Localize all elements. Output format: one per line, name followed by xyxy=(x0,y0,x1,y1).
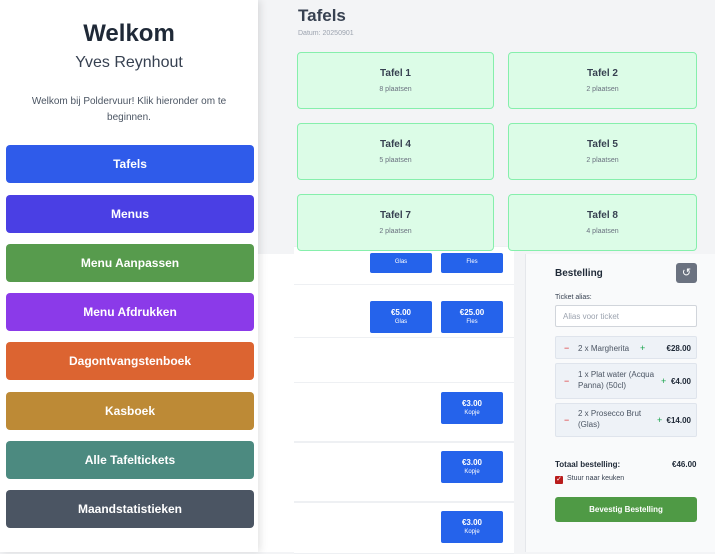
decrement-button[interactable]: − xyxy=(564,343,569,353)
order-item: − 2 x Margherita + €28.00 xyxy=(555,336,697,359)
menu-item-row: €5.00 Glas €25.00 Fles xyxy=(294,284,514,338)
increment-button[interactable]: + xyxy=(661,376,666,386)
price-button-kopje[interactable]: €3.00 Kopje xyxy=(441,511,503,543)
order-panel: Bestelling ↺ Ticket alias: Alias voor ti… xyxy=(525,254,715,552)
undo-icon: ↺ xyxy=(681,267,692,279)
welcome-heading: Welkom xyxy=(83,20,175,47)
undo-button[interactable]: ↺ xyxy=(676,263,697,283)
menu-item-row: €3.00 Kopje xyxy=(294,502,514,554)
menu-item-row: €3.00 Kopje xyxy=(294,442,514,502)
user-name: Yves Reynhout xyxy=(75,54,183,71)
price-button-kopje[interactable]: €3.00 Kopje xyxy=(441,451,503,483)
table-card-7[interactable]: Tafel 7 2 plaatsen xyxy=(297,194,494,251)
price-button-glas[interactable]: Glas xyxy=(370,253,432,273)
total-value: €46.00 xyxy=(672,460,697,469)
price-button-fles[interactable]: €25.00 Fles xyxy=(441,301,503,333)
alias-input[interactable]: Alias voor ticket xyxy=(555,305,697,327)
table-card-2[interactable]: Tafel 2 2 plaatsen xyxy=(508,52,697,109)
nav-menus-button[interactable]: Menus xyxy=(6,195,254,233)
order-item: − 2 x Prosecco Brut (Glas) + €14.00 xyxy=(555,403,697,437)
decrement-button[interactable]: − xyxy=(564,376,569,386)
nav-menu-aanpassen-button[interactable]: Menu Aanpassen xyxy=(6,244,254,282)
decrement-button[interactable]: − xyxy=(564,415,569,425)
table-card-8[interactable]: Tafel 8 4 plaatsen xyxy=(508,194,697,251)
increment-button[interactable]: + xyxy=(657,415,662,425)
menu-list: Glas Fles €5.00 Glas €25.00 Fles €3.00 K… xyxy=(258,246,514,554)
intro-text: Welkom bij Poldervuur! Klik hieronder om… xyxy=(31,96,227,123)
increment-button[interactable]: + xyxy=(640,343,645,353)
order-title: Bestelling xyxy=(555,268,603,279)
total-label: Totaal bestelling: xyxy=(555,460,621,469)
page-title: Tafels xyxy=(298,6,346,25)
alias-label: Ticket alias: xyxy=(555,294,592,301)
menu-item-row: €3.00 Kopje xyxy=(294,382,514,442)
order-item: − 1 x Plat water (Acqua Panna) (50cl) + … xyxy=(555,363,697,399)
table-card-4[interactable]: Tafel 4 5 plaatsen xyxy=(297,123,494,180)
nav-kasboek-button[interactable]: Kasboek xyxy=(6,392,254,430)
nav-dagontvangstenboek-button[interactable]: Dagontvangstenboek xyxy=(6,342,254,380)
send-to-kitchen[interactable]: ✓ Stuur naar keuken xyxy=(555,475,624,484)
page-date: Datum: 20250901 xyxy=(298,30,354,37)
price-button-fles[interactable]: Fles xyxy=(441,253,503,273)
nav-tafels-button[interactable]: Tafels xyxy=(6,145,254,183)
price-button-kopje[interactable]: €3.00 Kopje xyxy=(441,392,503,424)
tables-grid: Tafel 1 8 plaatsen Tafel 2 2 plaatsen Ta… xyxy=(297,52,697,253)
price-button-glas[interactable]: €5.00 Glas xyxy=(370,301,432,333)
checkbox-checked-icon[interactable]: ✓ xyxy=(555,476,563,484)
nav-maandstatistieken-button[interactable]: Maandstatistieken xyxy=(6,490,254,528)
table-card-1[interactable]: Tafel 1 8 plaatsen xyxy=(297,52,494,109)
nav-menu-afdrukken-button[interactable]: Menu Afdrukken xyxy=(6,293,254,331)
confirm-order-button[interactable]: Bevestig Bestelling xyxy=(555,497,697,522)
table-card-5[interactable]: Tafel 5 2 plaatsen xyxy=(508,123,697,180)
nav-alle-tafeltickets-button[interactable]: Alle Tafeltickets xyxy=(6,441,254,479)
sidebar: Welkom Yves Reynhout Welkom bij Poldervu… xyxy=(0,0,258,552)
